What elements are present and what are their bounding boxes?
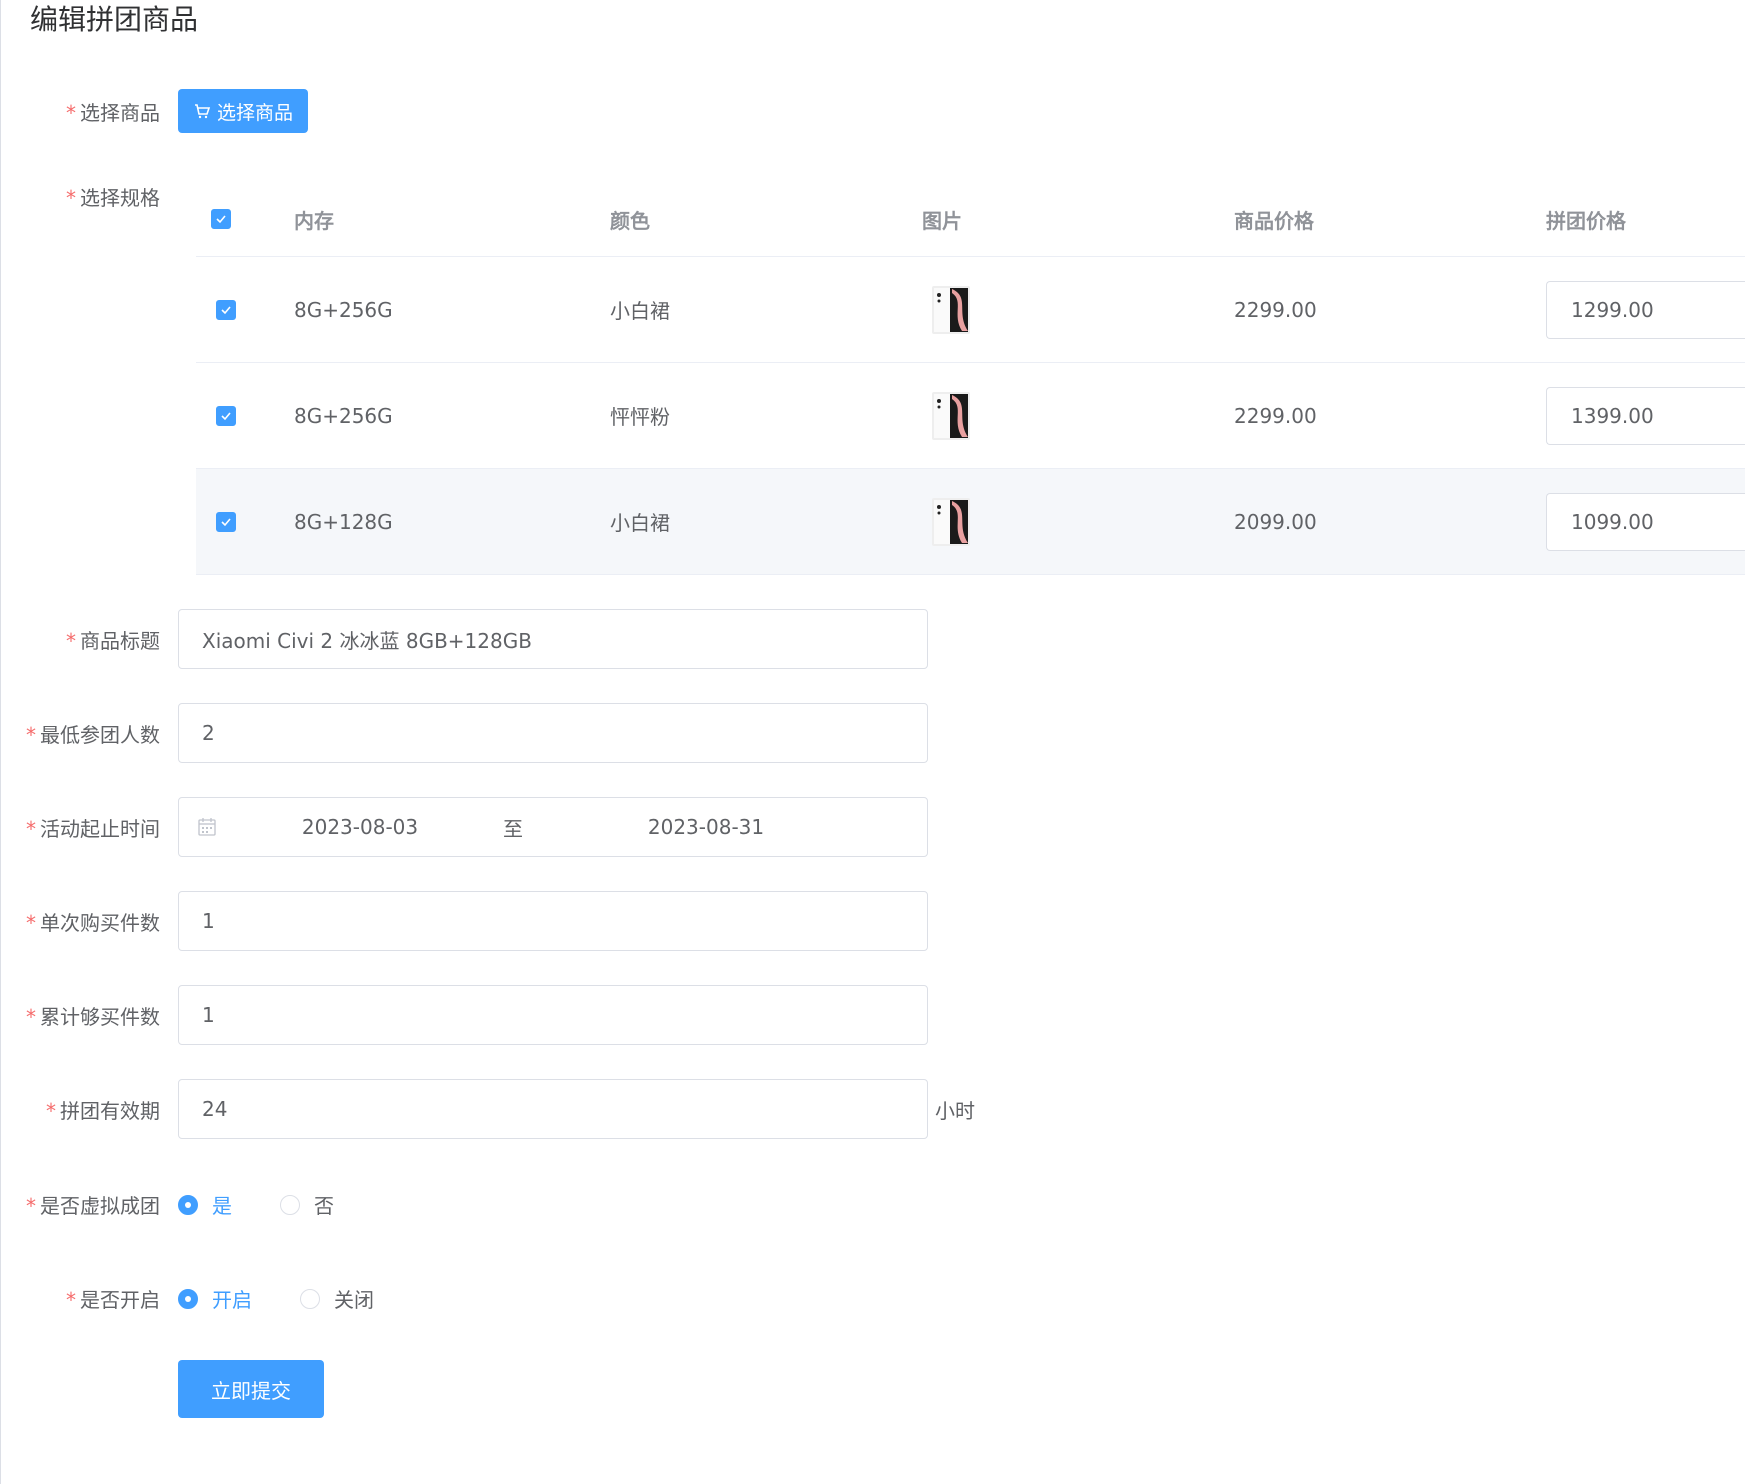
product-thumbnail (930, 497, 972, 547)
col-price: 商品价格 (1234, 208, 1314, 233)
row-checkbox[interactable] (216, 299, 236, 320)
row-price: 2299.00 (1234, 403, 1317, 428)
col-color: 颜色 (610, 208, 650, 233)
submit-row: 立即提交 (0, 1360, 324, 1418)
submit-button[interactable]: 立即提交 (178, 1360, 324, 1418)
single-qty-label: * 单次购买件数 (26, 910, 160, 935)
period-row: * 活动起止时间 2023-08-03 至 2023-08-31 (0, 797, 928, 857)
validity-unit: 小时 (935, 1098, 975, 1123)
single-qty-row: * 单次购买件数 (0, 891, 928, 951)
select-goods-button[interactable]: 选择商品 (178, 89, 308, 133)
min-people-input[interactable] (178, 703, 928, 763)
row-memory: 8G+256G (294, 403, 393, 428)
virtual-yes-radio[interactable]: 是 (178, 1190, 232, 1219)
col-memory: 内存 (294, 208, 334, 233)
virtual-label: * 是否虚拟成团 (26, 1194, 160, 1218)
validity-label: * 拼团有效期 (46, 1098, 160, 1123)
enabled-row: * 是否开启 开启 关闭 (0, 1284, 422, 1313)
row-checkbox[interactable] (216, 511, 236, 532)
row-color: 小白裙 (610, 511, 670, 535)
enabled-off-radio[interactable]: 关闭 (300, 1284, 374, 1313)
total-qty-row: * 累计够买件数 (0, 985, 928, 1045)
col-group-price: 拼团价格 (1546, 208, 1626, 233)
spec-table: 内存 颜色 图片 商品价格 拼团价格 8G+256G 小白裙 2299.00 8… (196, 182, 1745, 575)
enabled-on-radio[interactable]: 开启 (178, 1284, 252, 1313)
check-icon (216, 215, 226, 224)
select-spec-label-row: * 选择规格 (0, 182, 178, 211)
title-label: * 商品标题 (66, 628, 160, 653)
virtual-no-radio[interactable]: 否 (280, 1190, 334, 1219)
select-goods-label: * 选择商品 (66, 100, 160, 125)
check-icon (221, 517, 231, 526)
row-memory: 8G+128G (294, 509, 393, 534)
check-icon (221, 305, 231, 314)
min-people-row: * 最低参团人数 (0, 703, 928, 763)
min-people-label: * 最低参团人数 (26, 722, 160, 747)
cart-icon (194, 104, 211, 119)
product-thumbnail (930, 391, 972, 441)
total-qty-label: * 累计够买件数 (26, 1004, 160, 1029)
select-spec-label: * 选择规格 (66, 186, 160, 210)
row-checkbox[interactable] (216, 405, 236, 426)
row-memory: 8G+256G (294, 297, 393, 322)
table-row: 8G+256G 怦怦粉 2299.00 (196, 363, 1745, 469)
product-thumbnail (930, 285, 972, 335)
start-date[interactable]: 2023-08-03 (217, 815, 503, 839)
table-row: 8G+128G 小白裙 2099.00 (196, 469, 1745, 575)
row-color: 怦怦粉 (610, 405, 670, 429)
row-price: 2299.00 (1234, 297, 1317, 322)
row-price: 2099.00 (1234, 509, 1317, 534)
group-price-input[interactable] (1546, 386, 1745, 445)
row-color: 小白裙 (610, 299, 670, 323)
enabled-label: * 是否开启 (66, 1288, 160, 1312)
check-icon (221, 411, 231, 420)
total-qty-input[interactable] (178, 985, 928, 1045)
date-range-picker[interactable]: 2023-08-03 至 2023-08-31 (178, 797, 928, 857)
page-title: 编辑拼团商品 (30, 3, 199, 36)
title-row: * 商品标题 (0, 609, 928, 669)
phone-image (932, 391, 970, 440)
group-price-input[interactable] (1546, 280, 1745, 339)
col-image: 图片 (922, 208, 962, 233)
end-date[interactable]: 2023-08-31 (513, 815, 899, 839)
single-qty-input[interactable] (178, 891, 928, 951)
validity-input[interactable] (178, 1079, 928, 1139)
table-row: 8G+256G 小白裙 2299.00 (196, 257, 1745, 363)
calendar-icon (198, 818, 216, 836)
range-separator: 至 (503, 816, 523, 841)
title-input[interactable] (178, 609, 928, 669)
validity-row: *拼团有效期 小时 (0, 1079, 975, 1139)
select-goods-row: * 选择商品 选择商品 (0, 89, 308, 133)
virtual-row: * 是否虚拟成团 是 否 (0, 1190, 382, 1219)
group-price-input[interactable] (1546, 492, 1745, 551)
phone-image (932, 497, 970, 546)
spec-table-header: 内存 颜色 图片 商品价格 拼团价格 (196, 182, 1745, 257)
period-label: * 活动起止时间 (26, 816, 160, 841)
select-all-checkbox[interactable] (211, 209, 231, 229)
phone-image (932, 285, 970, 334)
